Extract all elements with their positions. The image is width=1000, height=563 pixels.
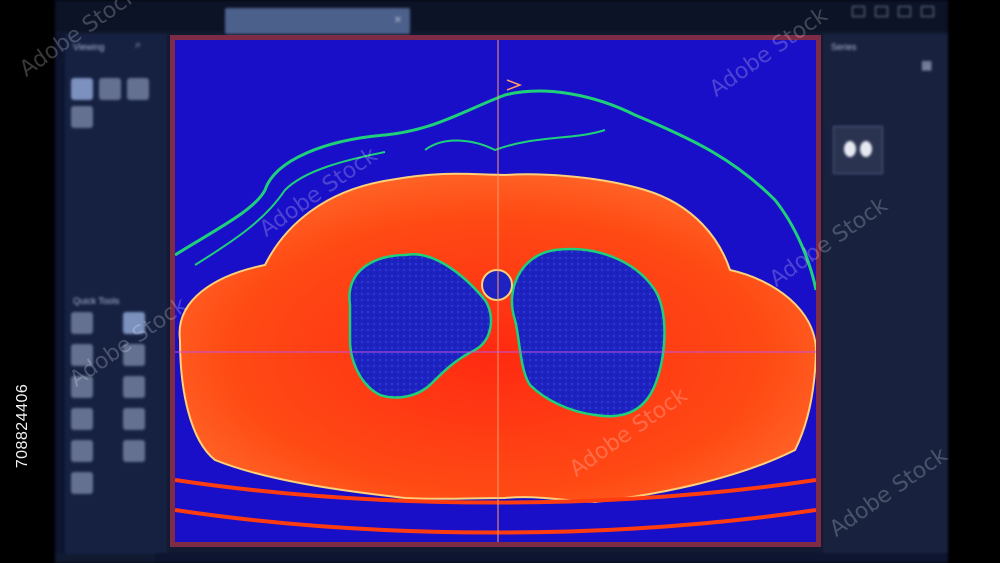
ct-image <box>175 40 816 542</box>
tool-button[interactable] <box>71 106 93 128</box>
tool-button[interactable] <box>123 376 145 398</box>
tool-button[interactable] <box>71 472 93 494</box>
tool-button[interactable] <box>71 440 93 462</box>
window-button[interactable] <box>852 6 865 17</box>
study-tab[interactable]: ✕ <box>225 8 410 34</box>
stock-id-text: 708824406 <box>14 383 31 469</box>
grid-icon[interactable]: ▦ <box>921 58 932 72</box>
tool-button[interactable] <box>71 408 93 430</box>
window-controls-icon[interactable] <box>852 6 934 17</box>
ct-viewport[interactable] <box>170 35 821 547</box>
window-button[interactable] <box>921 6 934 17</box>
thumbnail-lung-left <box>844 141 856 157</box>
right-black-margin <box>948 0 1000 563</box>
window-button[interactable] <box>898 6 911 17</box>
left-tool-panel: Viewing ⌕ Quick Tools <box>65 34 167 554</box>
tool-button[interactable] <box>123 440 145 462</box>
left-vertical-strip <box>55 34 65 554</box>
tool-button[interactable] <box>123 408 145 430</box>
tool-button[interactable] <box>127 78 149 100</box>
panel-header-series: Series <box>831 42 857 52</box>
tool-button[interactable] <box>71 312 93 334</box>
tool-button[interactable] <box>71 78 93 100</box>
search-icon[interactable]: ⌕ <box>135 39 141 52</box>
panel-header-quick-tools: Quick Tools <box>73 296 120 306</box>
trachea <box>481 269 513 301</box>
series-thumbnail[interactable] <box>833 126 883 174</box>
thumbnail-lung-right <box>860 141 872 157</box>
tool-button[interactable] <box>99 78 121 100</box>
window-button[interactable] <box>875 6 888 17</box>
close-icon[interactable]: ✕ <box>394 8 402 34</box>
status-bar <box>155 553 948 563</box>
stock-id-label: 708824406 <box>8 322 38 522</box>
